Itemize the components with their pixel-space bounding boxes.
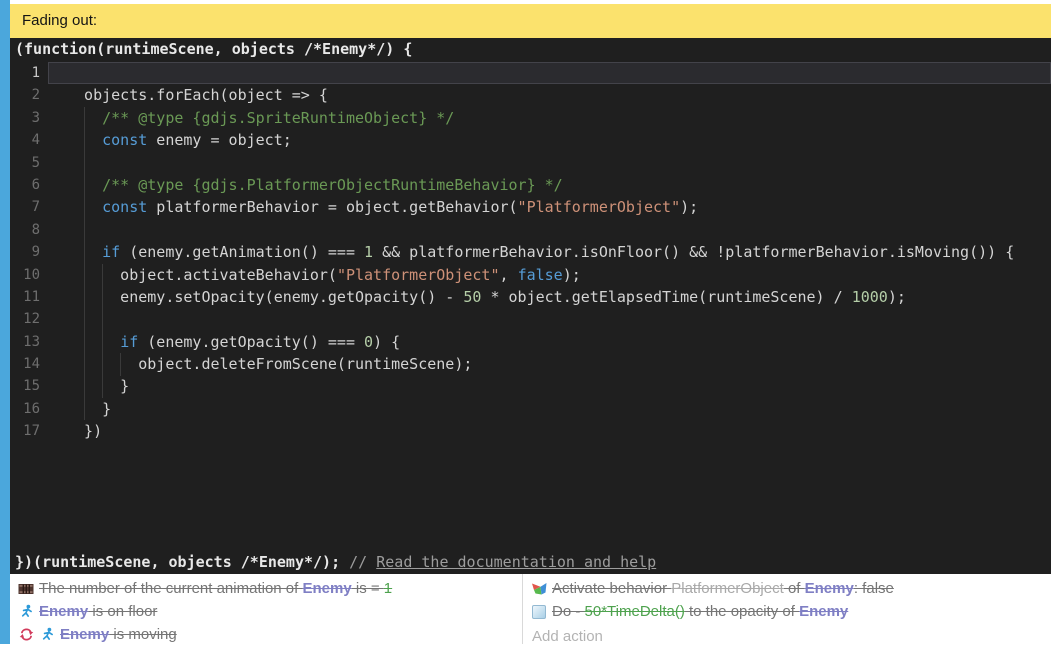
action-row-text: Activate behavior PlatformerObject of En… xyxy=(552,580,894,597)
line-number: 7 xyxy=(10,196,50,218)
code-text: enemy.setOpacity(enemy.getOpacity() - 50… xyxy=(50,286,906,308)
line-number: 13 xyxy=(10,331,50,353)
code-text xyxy=(50,62,66,84)
code-line[interactable]: 2 objects.forEach(object => { xyxy=(10,84,1051,106)
event-selection-bar xyxy=(0,0,10,644)
line-number: 17 xyxy=(10,420,50,442)
line-number: 5 xyxy=(10,152,50,174)
action-row[interactable]: Do - 50*TimeDelta() to the opacity of En… xyxy=(531,600,1047,623)
action-row[interactable]: Activate behavior PlatformerObject of En… xyxy=(531,577,1047,600)
code-text xyxy=(50,219,66,241)
code-text: /** @type {gdjs.SpriteRuntimeObject} */ xyxy=(50,107,454,129)
add-action-link[interactable]: Add action xyxy=(531,628,1047,645)
line-number: 12 xyxy=(10,308,50,330)
indent-guide xyxy=(84,107,85,421)
code-text xyxy=(50,308,66,330)
code-line[interactable]: 8 xyxy=(10,219,1051,241)
action-row-text: Do - 50*TimeDelta() to the opacity of En… xyxy=(552,603,848,620)
footer-comment-prefix: // xyxy=(349,553,376,571)
code-line[interactable]: 13 if (enemy.getOpacity() === 0) { xyxy=(10,331,1051,353)
line-number: 6 xyxy=(10,174,50,196)
condition-row-text: Enemy is on floor xyxy=(39,603,157,620)
behavior-icon xyxy=(531,581,547,597)
indent-guide xyxy=(120,353,121,375)
code-text: /** @type {gdjs.PlatformerObjectRuntimeB… xyxy=(50,174,563,196)
code-text: } xyxy=(50,375,129,397)
code-line[interactable]: 6 /** @type {gdjs.PlatformerObjectRuntim… xyxy=(10,174,1051,196)
code-line[interactable]: 14 object.deleteFromScene(runtimeScene); xyxy=(10,353,1051,375)
code-text xyxy=(50,152,66,174)
line-number: 15 xyxy=(10,375,50,397)
condition-row[interactable]: The number of the current animation of E… xyxy=(18,577,518,600)
code-lines: 12 objects.forEach(object => {3 /** @typ… xyxy=(10,62,1051,443)
code-text: const enemy = object; xyxy=(50,129,292,151)
line-number: 16 xyxy=(10,398,50,420)
line-number: 9 xyxy=(10,241,50,263)
events-panel: The number of the current animation of E… xyxy=(10,574,1051,644)
invert-condition-icon xyxy=(18,627,34,643)
code-line[interactable]: 4 const enemy = object; xyxy=(10,129,1051,151)
comment-text: Fading out: xyxy=(22,12,97,29)
condition-row-text: Enemy is moving xyxy=(60,626,177,643)
code-text: object.activateBehavior("PlatformerObjec… xyxy=(50,264,581,286)
js-code-editor[interactable]: (function(runtimeScene, objects /*Enemy*… xyxy=(10,38,1051,574)
line-number: 1 xyxy=(10,62,50,84)
line-number: 11 xyxy=(10,286,50,308)
code-line[interactable]: 3 /** @type {gdjs.SpriteRuntimeObject} *… xyxy=(10,107,1051,129)
line-number: 3 xyxy=(10,107,50,129)
code-text: const platformerBehavior = object.getBeh… xyxy=(50,196,698,218)
platformer-runner-icon xyxy=(39,627,55,643)
code-text: }) xyxy=(50,420,102,442)
code-line[interactable]: 10 object.activateBehavior("PlatformerOb… xyxy=(10,264,1051,286)
code-line[interactable]: 1 xyxy=(10,62,1051,84)
code-line[interactable]: 17 }) xyxy=(10,420,1051,442)
code-text: if (enemy.getAnimation() === 1 && platfo… xyxy=(50,241,1014,263)
active-line-highlight xyxy=(48,62,1051,84)
code-line[interactable]: 12 xyxy=(10,308,1051,330)
comment-event[interactable]: Fading out: xyxy=(10,4,1051,38)
code-line[interactable]: 11 enemy.setOpacity(enemy.getOpacity() -… xyxy=(10,286,1051,308)
line-number: 8 xyxy=(10,219,50,241)
animation-frame-icon xyxy=(18,581,34,597)
opacity-icon xyxy=(531,604,547,620)
line-number: 2 xyxy=(10,84,50,106)
code-line[interactable]: 5 xyxy=(10,152,1051,174)
actions-column: Activate behavior PlatformerObject of En… xyxy=(531,577,1047,645)
condition-row[interactable]: Enemy is moving xyxy=(18,623,518,646)
events-column-divider xyxy=(522,574,523,644)
footer-code: })(runtimeScene, objects /*Enemy*/); xyxy=(15,553,349,571)
code-line[interactable]: 15 } xyxy=(10,375,1051,397)
condition-row-text: The number of the current animation of E… xyxy=(39,580,392,597)
conditions-column: The number of the current animation of E… xyxy=(18,577,518,646)
platformer-runner-icon xyxy=(18,604,34,620)
documentation-link[interactable]: Read the documentation and help xyxy=(376,553,656,571)
code-wrapper-header: (function(runtimeScene, objects /*Enemy*… xyxy=(15,40,412,58)
line-number: 14 xyxy=(10,353,50,375)
code-line[interactable]: 7 const platformerBehavior = object.getB… xyxy=(10,196,1051,218)
line-number: 10 xyxy=(10,264,50,286)
code-line[interactable]: 16 } xyxy=(10,398,1051,420)
code-text: objects.forEach(object => { xyxy=(50,84,328,106)
code-text: object.deleteFromScene(runtimeScene); xyxy=(50,353,472,375)
indent-guide xyxy=(102,264,103,398)
code-wrapper-footer: })(runtimeScene, objects /*Enemy*/); // … xyxy=(15,553,656,571)
code-line[interactable]: 9 if (enemy.getAnimation() === 1 && plat… xyxy=(10,241,1051,263)
code-text: } xyxy=(50,398,111,420)
condition-row[interactable]: Enemy is on floor xyxy=(18,600,518,623)
line-number: 4 xyxy=(10,129,50,151)
